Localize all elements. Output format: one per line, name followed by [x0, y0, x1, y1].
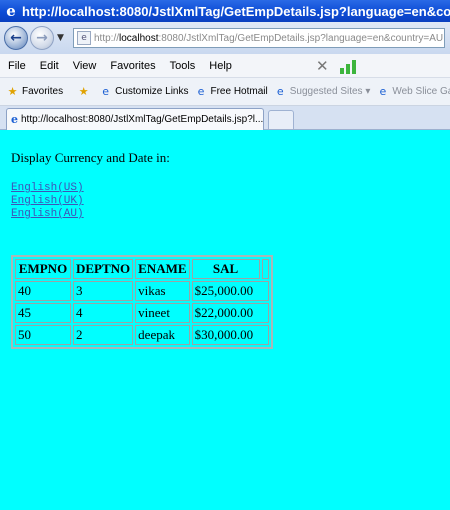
favorite-suggested-sites[interactable]: e Suggested Sites ▾ — [274, 85, 371, 98]
table-header-row: EMPNO DEPTNO ENAME SAL — [15, 259, 269, 279]
link-english-uk[interactable]: English(UK) — [11, 195, 84, 207]
add-favorite-icon: ★ — [78, 85, 89, 98]
ie-page-icon: e — [276, 85, 284, 98]
header-sal: SAL — [191, 259, 260, 279]
cell-empno: 50 — [15, 325, 71, 345]
signal-icon — [340, 58, 356, 74]
address-bar[interactable]: e http://localhost:8080/JstlXmlTag/GetEm… — [73, 28, 445, 48]
forward-button[interactable]: → — [30, 26, 54, 50]
favorite-free-hotmail[interactable]: e Free Hotmail — [194, 85, 268, 98]
back-button[interactable]: ← — [4, 26, 28, 50]
favorite-customize-links[interactable]: e Customize Links — [99, 85, 188, 98]
menu-bar: File Edit View Favorites Tools Help ✕ — [0, 54, 450, 78]
menu-edit[interactable]: Edit — [40, 60, 59, 72]
ie-logo-icon: e — [6, 2, 16, 20]
add-favorite-button[interactable]: ★ — [77, 85, 93, 98]
ie-page-icon: e — [102, 85, 110, 98]
cell-sal: $22,000.00 — [191, 303, 269, 323]
cell-sal: $30,000.00 — [191, 325, 269, 345]
page-content: Display Currency and Date in: English(US… — [0, 131, 450, 510]
table-row: 45 4 vineet $22,000.00 — [15, 303, 269, 323]
favorite-web-slice-gallery[interactable]: e Web Slice Gall — [376, 85, 450, 98]
cell-deptno: 3 — [73, 281, 134, 301]
ie-page-icon: e — [197, 85, 205, 98]
cell-sal: $25,000.00 — [191, 281, 269, 301]
table-row: 40 3 vikas $25,000.00 — [15, 281, 269, 301]
cell-deptno: 4 — [73, 303, 134, 323]
menu-view[interactable]: View — [73, 60, 97, 72]
page-icon: e — [77, 31, 91, 45]
title-bar: e http://localhost:8080/JstlXmlTag/GetEm… — [0, 0, 450, 22]
cell-deptno: 2 — [73, 325, 134, 345]
star-icon: ★ — [7, 85, 18, 98]
tab-active[interactable]: e http://localhost:8080/JstlXmlTag/GetEm… — [6, 108, 264, 130]
header-deptno: DEPTNO — [73, 259, 134, 279]
favorites-bar: ★ Favorites ★ e Customize Links e Free H… — [0, 78, 450, 106]
ie-page-icon: e — [11, 113, 18, 126]
cell-ename: vikas — [135, 281, 190, 301]
header-empno: EMPNO — [15, 259, 71, 279]
link-english-au[interactable]: English(AU) — [11, 208, 84, 220]
menu-help[interactable]: Help — [209, 60, 232, 72]
page-heading: Display Currency and Date in: — [11, 150, 170, 165]
tab-row: e http://localhost:8080/JstlXmlTag/GetEm… — [0, 106, 450, 130]
cell-empno: 40 — [15, 281, 71, 301]
menu-tools[interactable]: Tools — [170, 60, 196, 72]
close-icon[interactable]: ✕ — [316, 57, 329, 75]
window-title: http://localhost:8080/JstlXmlTag/GetEmpD… — [22, 3, 450, 19]
employee-table: EMPNO DEPTNO ENAME SAL 40 3 vikas $25,00… — [11, 255, 273, 349]
history-dropdown-icon[interactable]: ▼ — [57, 33, 69, 43]
menu-file[interactable]: File — [8, 60, 26, 72]
navigation-bar: ← → ▼ e http://localhost:8080/JstlXmlTag… — [0, 22, 450, 54]
table-row: 50 2 deepak $30,000.00 — [15, 325, 269, 345]
header-empty — [261, 259, 269, 279]
link-english-us[interactable]: English(US) — [11, 182, 84, 194]
new-tab-button[interactable] — [268, 110, 294, 129]
ie-page-icon: e — [379, 85, 387, 98]
header-ename: ENAME — [135, 259, 190, 279]
address-url: http://localhost:8080/JstlXmlTag/GetEmpD… — [94, 32, 444, 44]
cell-ename: vineet — [135, 303, 190, 323]
cell-empno: 45 — [15, 303, 71, 323]
cell-ename: deepak — [135, 325, 190, 345]
favorites-button[interactable]: ★ Favorites — [6, 85, 64, 98]
menu-favorites[interactable]: Favorites — [110, 60, 155, 72]
tab-label: http://localhost:8080/JstlXmlTag/GetEmpD… — [21, 114, 264, 125]
